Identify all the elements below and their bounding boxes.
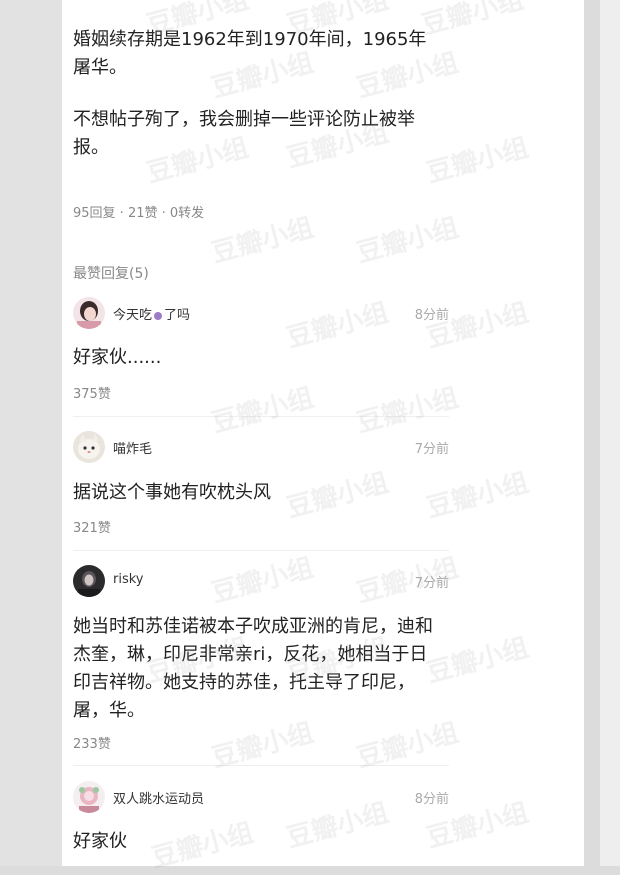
comment-username[interactable]: 喵炸毛	[113, 438, 152, 457]
comment-username[interactable]: 双人跳水运动员	[113, 788, 204, 807]
top-replies-title: 最赞回复(5)	[73, 266, 149, 282]
left-margin	[0, 0, 62, 866]
emoji-icon	[154, 311, 163, 320]
comment-likes[interactable]: 233赞	[73, 733, 111, 752]
comment-likes[interactable]: 321赞	[73, 517, 111, 536]
comment-item: 双人跳水运动员 8分前 好家伙	[73, 781, 449, 866]
post-paragraph-1: 婚姻续存期是1962年到1970年间，1965年屠华。	[73, 29, 427, 78]
comment-text: 她当时和苏佳诺被本子吹成亚洲的肯尼，迪和杰奎，琳，印尼非常亲ri，反花，她相当于…	[73, 616, 433, 721]
comment-likes[interactable]: 375赞	[73, 383, 111, 402]
comment-time: 8分前	[414, 792, 449, 807]
right-margin	[600, 0, 620, 866]
comment-item: 今天吃 了吗 8分前 好家伙...... 375赞	[73, 297, 449, 407]
username-part: 了吗	[164, 308, 191, 323]
comment-item: risky 7分前 她当时和苏佳诺被本子吹成亚洲的肯尼，迪和杰奎，琳，印尼非常亲…	[73, 565, 449, 755]
avatar-dark-icon[interactable]	[73, 565, 105, 597]
divider	[73, 416, 449, 417]
comment-item: 喵炸毛 7分前 据说这个事她有吹枕头风 321赞	[73, 431, 449, 541]
post-paragraph-2: 不想帖子殉了，我会删掉一些评论防止被举报。	[73, 109, 415, 158]
divider	[73, 765, 449, 766]
comment-text: 好家伙	[73, 831, 127, 852]
comment-text: 好家伙......	[73, 347, 162, 368]
comment-text: 据说这个事她有吹枕头风	[73, 482, 271, 503]
username-part: 今天吃	[113, 308, 153, 323]
post-stats: 95回复 · 21赞 · 0转发	[73, 206, 205, 221]
comment-time: 7分前	[414, 576, 449, 591]
divider	[73, 550, 449, 551]
avatar-cat-icon[interactable]	[73, 431, 105, 463]
avatar-girl-icon[interactable]	[73, 297, 105, 329]
comment-username[interactable]: risky	[113, 572, 144, 587]
avatar-pink-icon[interactable]	[73, 781, 105, 813]
comment-username[interactable]: 今天吃 了吗	[113, 304, 190, 323]
comment-time: 8分前	[414, 308, 449, 323]
comment-time: 7分前	[414, 442, 449, 457]
